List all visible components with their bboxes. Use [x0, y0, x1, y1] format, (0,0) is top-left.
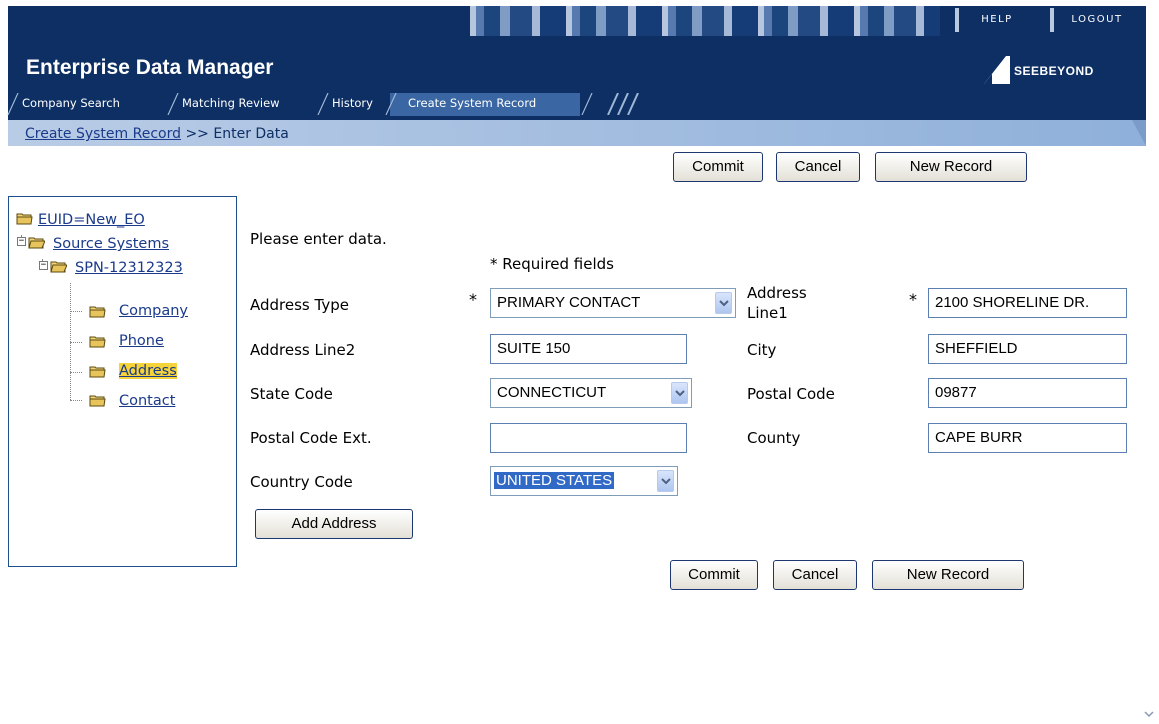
address-line1-label-top: Address [747, 284, 807, 302]
state-code-label: State Code [250, 385, 333, 403]
address-line2-label: Address Line2 [250, 341, 356, 359]
help-link[interactable]: HELP [955, 8, 1035, 32]
breadcrumb-bar-tip [1120, 120, 1146, 146]
country-code-select[interactable]: UNITED STATES [490, 466, 678, 496]
logout-link[interactable]: LOGOUT [1050, 8, 1140, 32]
tab-separator-icon [167, 93, 179, 115]
postal-code-ext-label: Postal Code Ext. [250, 429, 372, 447]
address-line2-input[interactable]: SUITE 150 [490, 334, 687, 364]
tab-company-search[interactable]: Company Search [22, 91, 120, 116]
tab-separator-icon [317, 93, 329, 115]
postal-code-ext-input[interactable] [490, 423, 687, 453]
breadcrumb-link-create-system-record[interactable]: Create System Record [25, 126, 181, 142]
address-line1-label-bottom: Line1 [747, 304, 788, 322]
app-title: Enterprise Data Manager [26, 56, 274, 79]
folder-open-icon [28, 237, 45, 249]
form-intro: Please enter data. [250, 230, 387, 248]
folder-icon [89, 336, 106, 348]
folder-icon [89, 366, 106, 378]
tree-connector [70, 372, 82, 373]
main-tabs: Company Search Matching Review History C… [7, 91, 708, 116]
required-marker: * [909, 290, 917, 309]
scroll-down-icon[interactable] [1143, 708, 1155, 720]
tree-source-systems-link[interactable]: Source Systems [53, 236, 169, 252]
address-type-value: PRIMARY CONTACT [497, 294, 641, 311]
tree-connector [70, 400, 82, 401]
new-record-button-bottom[interactable]: New Record [872, 560, 1024, 590]
tab-end-slashes-icon [581, 93, 639, 115]
breadcrumb-separator: >> [185, 126, 209, 142]
state-code-value: CONNECTICUT [497, 384, 607, 401]
logo-text: SEEBEYOND [1014, 64, 1094, 78]
folder-icon [89, 395, 106, 407]
tree-node-phone[interactable]: Phone [119, 330, 164, 352]
chevron-down-icon[interactable] [715, 292, 732, 314]
state-code-select[interactable]: CONNECTICUT [490, 378, 692, 408]
required-fields-note: * Required fields [490, 255, 614, 273]
collapse-icon[interactable]: − [39, 261, 48, 270]
country-code-label: Country Code [250, 473, 353, 491]
collapse-icon[interactable]: − [17, 237, 26, 246]
commit-button-top[interactable]: Commit [673, 152, 763, 182]
tree-address-link[interactable]: Address [119, 363, 177, 379]
tree-connector [70, 311, 82, 312]
logo-mark-icon [984, 56, 1010, 84]
tab-create-system-record[interactable]: Create System Record [408, 91, 536, 116]
postal-code-input[interactable]: 09877 [928, 378, 1127, 408]
commit-button-bottom[interactable]: Commit [670, 560, 758, 590]
cancel-button-bottom[interactable]: Cancel [773, 560, 857, 590]
tree-node-system[interactable]: SPN-12312323 [75, 257, 183, 279]
tab-separator-icon [7, 93, 19, 115]
new-record-button-top[interactable]: New Record [875, 152, 1027, 182]
county-label: County [747, 429, 801, 447]
tree-node-source-systems[interactable]: Source Systems [53, 233, 169, 255]
seebeyond-logo: SEEBEYOND [982, 54, 1142, 86]
tab-matching-review[interactable]: Matching Review [182, 91, 280, 116]
tree-node-address[interactable]: Address [119, 360, 177, 382]
tree-node-company[interactable]: Company [119, 300, 188, 322]
postal-code-label: Postal Code [747, 385, 835, 403]
required-marker: * [469, 290, 477, 309]
tab-history[interactable]: History [332, 91, 373, 116]
record-tree: EUID=New_EO − Source Systems − SPN-12312… [8, 196, 237, 567]
tree-node-contact[interactable]: Contact [119, 390, 175, 412]
county-input[interactable]: CAPE BURR [928, 423, 1127, 453]
tree-system-link[interactable]: SPN-12312323 [75, 260, 183, 276]
tab-separator-icon [385, 93, 397, 115]
address-type-select[interactable]: PRIMARY CONTACT [490, 288, 736, 318]
city-input[interactable]: SHEFFIELD [928, 334, 1127, 364]
breadcrumb-current: Enter Data [213, 126, 289, 142]
breadcrumb: Create System Record >> Enter Data [25, 126, 289, 142]
tree-phone-link[interactable]: Phone [119, 333, 164, 349]
folder-icon [89, 306, 106, 318]
app-header: HELP LOGOUT Enterprise Data Manager SEEB… [0, 0, 1159, 120]
folder-icon [16, 213, 33, 225]
chevron-down-icon[interactable] [671, 382, 688, 404]
city-label: City [747, 341, 777, 359]
add-address-button[interactable]: Add Address [255, 509, 413, 539]
folder-open-icon [50, 261, 67, 273]
tree-contact-link[interactable]: Contact [119, 393, 175, 409]
chevron-down-icon[interactable] [657, 470, 674, 492]
tree-connector [70, 342, 82, 343]
header-decoration [470, 6, 940, 36]
address-type-label: Address Type [250, 296, 349, 314]
cancel-button-top[interactable]: Cancel [776, 152, 860, 182]
country-code-value: UNITED STATES [494, 472, 615, 489]
tree-company-link[interactable]: Company [119, 303, 188, 319]
address-line1-label: Address Line1 [747, 283, 807, 323]
tree-root-link[interactable]: EUID=New_EO [38, 212, 145, 228]
address-line1-input[interactable]: 2100 SHORELINE DR. [928, 288, 1127, 318]
tree-node-root[interactable]: EUID=New_EO [38, 209, 145, 231]
